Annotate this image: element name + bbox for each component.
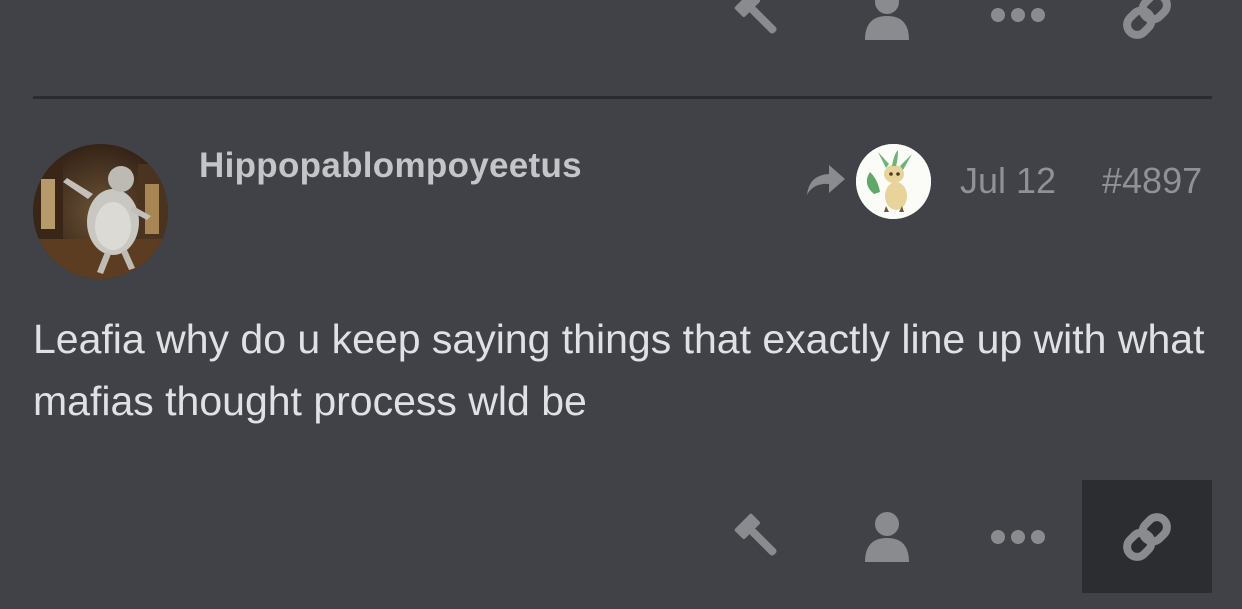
reply-to-avatar[interactable] [856,144,931,219]
user-info-button[interactable] [822,0,952,60]
link-icon [1123,0,1171,39]
post-body: Leafia why do u keep saying things that … [33,316,1205,424]
more-options-button[interactable] [953,0,1083,60]
post-date[interactable]: Jul 12 [960,160,1056,202]
previous-post-actions [0,0,1242,60]
leafeon-avatar-image [856,144,931,219]
more-icon [991,8,1045,22]
user-icon [865,511,909,562]
gavel-icon [734,0,777,34]
author-avatar[interactable] [33,144,168,279]
copy-link-button[interactable] [1082,0,1212,60]
link-icon [1123,512,1171,561]
moderate-button[interactable] [693,0,823,60]
more-icon [991,529,1045,544]
avatar-image [33,144,168,279]
forum-page: Hippopablompoyeetus Jul 12 #4897 Leafia … [0,0,1242,609]
post-divider [33,96,1212,99]
reply-arrow-icon[interactable] [805,163,847,197]
post-number[interactable]: #4897 [1102,160,1202,202]
more-options-button[interactable] [953,480,1083,593]
post-actions [0,480,1242,593]
gavel-icon [734,513,777,556]
user-info-button[interactable] [822,480,952,593]
author-username[interactable]: Hippopablompoyeetus [199,146,582,186]
copy-link-button[interactable] [1082,480,1212,593]
moderate-button[interactable] [693,480,823,593]
user-icon [865,0,909,40]
